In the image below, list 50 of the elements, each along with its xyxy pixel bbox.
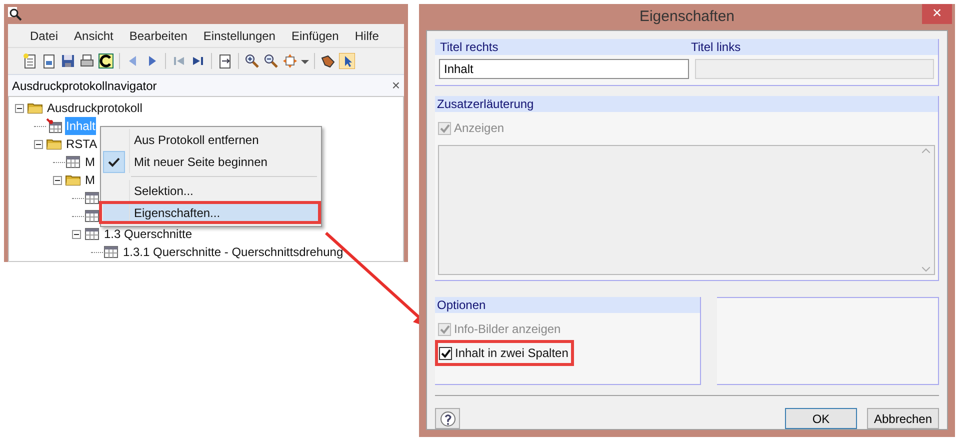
ok-button[interactable]: OK [785,408,857,429]
zoom-in-icon[interactable] [244,53,260,69]
table-icon [65,154,81,170]
checkbox-label: Anzeigen [454,120,504,137]
checkbox-label: Inhalt in zwei Spalten [455,345,568,362]
panel-title: Ausdruckprotokollnavigator [12,78,157,94]
fit-page-icon[interactable] [282,53,298,69]
table-icon [84,208,100,224]
tree-item[interactable]: RSTA [65,135,98,153]
tree-item[interactable]: M [84,171,96,189]
input-field[interactable]: Inhalt [439,59,689,79]
page-icon[interactable] [41,53,57,69]
menu-item[interactable]: Ansicht [68,26,120,44]
menu-item[interactable]: Aus Protokoll entfernen [103,129,319,151]
save-icon[interactable] [60,53,76,69]
table-icon [84,226,100,242]
section-header: Optionen [437,297,486,314]
tree-item[interactable]: 1.3 Querschnitte [103,225,194,243]
close-icon[interactable]: × [392,75,400,96]
collapse-icon[interactable] [72,230,81,238]
export-icon[interactable] [217,53,233,69]
collapse-icon[interactable] [53,176,62,184]
menu-item[interactable]: Mit neuer Seite beginnen [103,151,319,173]
menu-item[interactable]: Datei [24,26,64,44]
zoom-out-icon[interactable] [263,53,279,69]
menu-item[interactable]: Einstellungen [197,26,282,44]
table-icon [46,118,62,134]
section-header: Zusatzerläuterung [437,96,534,113]
help-button[interactable] [435,408,460,429]
checkbox-label: Info-Bilder anzeigen [454,321,561,338]
collapse-icon[interactable] [15,104,24,112]
close-button[interactable]: × [922,4,952,24]
menu-item[interactable]: Bearbeiten [123,26,194,44]
checkbox[interactable] [439,346,452,360]
field-label: Titel rechts [439,39,500,56]
collapse-icon[interactable] [34,140,43,148]
menu-item[interactable]: Selektion... [103,180,319,202]
window-title: Eigenschaften [639,6,735,27]
printer-icon[interactable] [79,53,95,69]
cancel-button[interactable]: Abbrechen [867,408,939,429]
new-page-icon[interactable] [22,53,38,69]
tree-item[interactable]: M [84,153,96,171]
field-label: Titel links [691,39,741,56]
menu-item[interactable]: Hilfe [348,26,385,44]
tree-item[interactable]: 1.3.1 Querschnitte - Querschnittsdrehung [122,243,344,261]
pointer-icon[interactable] [339,53,355,69]
tree-item[interactable]: Ausdruckprotokoll [46,99,144,117]
magnifier-icon [8,7,22,21]
help-icon [440,410,456,426]
menu-item[interactable]: Einfügen [285,26,345,44]
